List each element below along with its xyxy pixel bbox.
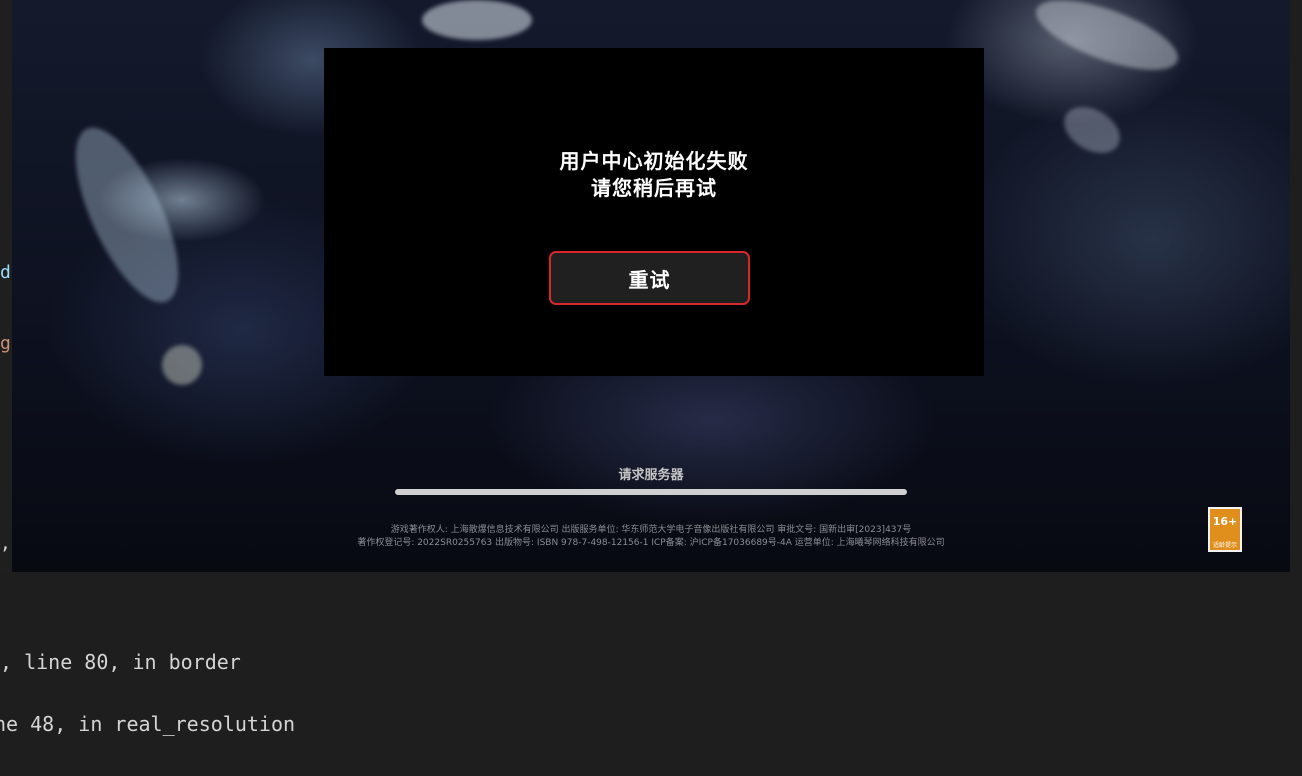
loading-status-text: 请求服务器 — [618, 468, 684, 483]
background-light-streak — [162, 345, 202, 385]
legal-info-line: 著作权登记号: 2022SR0255763 出版物号: ISBN 978-7-4… — [357, 538, 945, 548]
background-light-streak — [422, 0, 532, 40]
screen: d g , 用户中心初始化失败 请您稍后再试 重试 请求服务器 游戏著作权人: … — [0, 0, 1302, 776]
error-message: 用户中心初始化失败 — [559, 149, 749, 173]
terminal-line: ne 48, in real_resolution — [0, 712, 296, 736]
editor-text-fragment: , — [0, 533, 11, 554]
legal-info-line: 游戏著作权人: 上海散爆信息技术有限公司 出版服务单位: 华东师范大学电子音像出… — [390, 525, 912, 535]
terminal-panel: , line 80, in border ne 48, in real_reso… — [0, 572, 1302, 776]
error-hint: 请您稍后再试 — [591, 176, 717, 200]
game-window: 用户中心初始化失败 请您稍后再试 重试 请求服务器 游戏著作权人: 上海散爆信息… — [12, 0, 1290, 572]
retry-button-label: 重试 — [628, 267, 671, 292]
background-light-streak — [1027, 0, 1187, 85]
error-dialog: 用户中心初始化失败 请您稍后再试 重试 — [324, 48, 984, 376]
age-rating-number: 16+ — [1212, 515, 1238, 528]
terminal-line: , line 80, in border — [0, 650, 241, 674]
loading-progress-bar — [395, 489, 907, 495]
editor-edge: d g , — [0, 0, 12, 572]
background-light-streak — [1056, 97, 1128, 163]
retry-button[interactable]: 重试 — [549, 251, 750, 305]
loading-progress-fill — [395, 489, 907, 495]
editor-text-fragment: d — [0, 262, 11, 283]
age-rating-caption: 适龄提示 — [1212, 542, 1237, 549]
age-rating-badge: 16+ 适龄提示 — [1208, 507, 1242, 552]
background-light-streak — [55, 114, 199, 316]
editor-text-fragment: g — [0, 333, 11, 354]
